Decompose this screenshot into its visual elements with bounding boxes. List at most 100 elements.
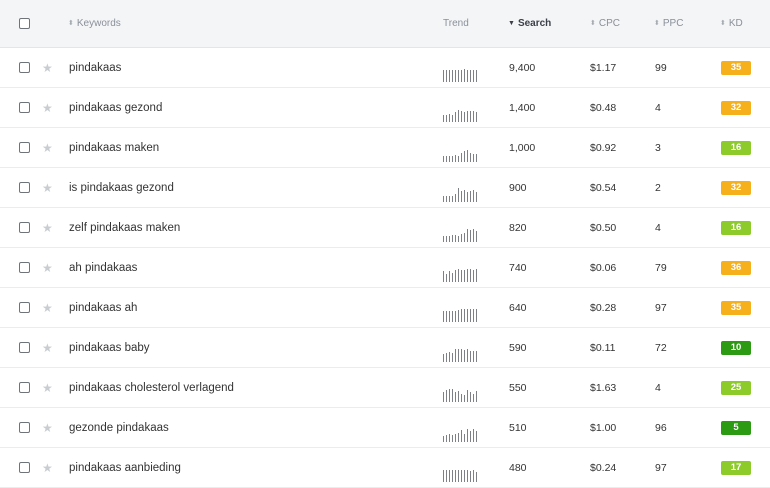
star-icon[interactable]: ★: [42, 181, 53, 195]
table-row[interactable]: ★ pindakaas 9,400 $1.17 99 35: [0, 48, 770, 88]
table-row[interactable]: ★ gezonde pindakaas 510 $1.00 96 5: [0, 408, 770, 448]
row-select-cell[interactable]: [19, 88, 30, 127]
header-ppc[interactable]: ⬍ PPC: [654, 0, 683, 47]
header-cpc[interactable]: ⬍ CPC: [590, 0, 620, 47]
keyword-cell[interactable]: zelf pindakaas maken: [69, 208, 180, 247]
row-select-cell[interactable]: [19, 448, 30, 487]
star-icon[interactable]: ★: [42, 61, 53, 75]
keyword-text[interactable]: pindakaas: [69, 62, 121, 74]
keyword-text[interactable]: zelf pindakaas maken: [69, 222, 180, 234]
select-all-cell[interactable]: [19, 0, 30, 47]
trend-sparkline: [443, 68, 477, 82]
keyword-text[interactable]: pindakaas gezond: [69, 102, 162, 114]
trend-bar: [467, 470, 468, 482]
favorite-star-cell[interactable]: ★: [42, 368, 53, 407]
favorite-star-cell[interactable]: ★: [42, 408, 53, 447]
favorite-star-cell[interactable]: ★: [42, 328, 53, 367]
trend-bar: [473, 351, 474, 362]
table-row[interactable]: ★ ah pindakaas 740 $0.06 79 36: [0, 248, 770, 288]
header-kd[interactable]: ⬍ KD: [720, 0, 743, 47]
star-icon[interactable]: ★: [42, 421, 53, 435]
row-checkbox[interactable]: [19, 422, 30, 433]
table-row[interactable]: ★ pindakaas ah 640 $0.28 97 35: [0, 288, 770, 328]
keyword-cell[interactable]: pindakaas gezond: [69, 88, 162, 127]
row-checkbox[interactable]: [19, 182, 30, 193]
star-icon[interactable]: ★: [42, 141, 53, 155]
keyword-text[interactable]: pindakaas ah: [69, 302, 137, 314]
star-icon[interactable]: ★: [42, 381, 53, 395]
table-row[interactable]: ★ pindakaas cholesterol verlagend 550 $1…: [0, 368, 770, 408]
keyword-text[interactable]: pindakaas maken: [69, 142, 159, 154]
trend-bar: [455, 155, 456, 162]
trend-bar: [458, 433, 459, 442]
keyword-text[interactable]: pindakaas aanbieding: [69, 462, 181, 474]
keyword-cell[interactable]: gezonde pindakaas: [69, 408, 169, 447]
row-checkbox[interactable]: [19, 222, 30, 233]
star-icon[interactable]: ★: [42, 261, 53, 275]
keyword-cell[interactable]: pindakaas: [69, 48, 121, 87]
row-checkbox[interactable]: [19, 462, 30, 473]
favorite-star-cell[interactable]: ★: [42, 208, 53, 247]
row-select-cell[interactable]: [19, 168, 30, 207]
trend-cell: [443, 168, 477, 207]
keyword-cell[interactable]: pindakaas baby: [69, 328, 150, 367]
trend-bar: [443, 196, 444, 202]
favorite-star-cell[interactable]: ★: [42, 288, 53, 327]
trend-bar: [470, 153, 471, 162]
row-select-cell[interactable]: [19, 208, 30, 247]
star-icon[interactable]: ★: [42, 301, 53, 315]
trend-bar: [443, 115, 444, 122]
table-row[interactable]: ★ pindakaas aanbieding 480 $0.24 97 17: [0, 448, 770, 488]
keyword-text[interactable]: gezonde pindakaas: [69, 422, 169, 434]
row-select-cell[interactable]: [19, 408, 30, 447]
row-select-cell[interactable]: [19, 368, 30, 407]
row-select-cell[interactable]: [19, 288, 30, 327]
keyword-cell[interactable]: pindakaas ah: [69, 288, 137, 327]
keyword-cell[interactable]: pindakaas maken: [69, 128, 159, 167]
favorite-star-cell[interactable]: ★: [42, 48, 53, 87]
table-row[interactable]: ★ pindakaas gezond 1,400 $0.48 4 32: [0, 88, 770, 128]
favorite-star-cell[interactable]: ★: [42, 168, 53, 207]
cpc-cell: $1.17: [590, 48, 616, 87]
trend-bar: [467, 150, 468, 162]
favorite-star-cell[interactable]: ★: [42, 248, 53, 287]
row-checkbox[interactable]: [19, 262, 30, 273]
table-row[interactable]: ★ is pindakaas gezond 900 $0.54 2 32: [0, 168, 770, 208]
table-row[interactable]: ★ pindakaas baby 590 $0.11 72 10: [0, 328, 770, 368]
row-checkbox[interactable]: [19, 62, 30, 73]
trend-bar: [461, 470, 462, 482]
select-all-checkbox[interactable]: [19, 18, 30, 29]
keyword-text[interactable]: ah pindakaas: [69, 262, 137, 274]
row-checkbox[interactable]: [19, 142, 30, 153]
row-checkbox[interactable]: [19, 302, 30, 313]
keyword-text[interactable]: is pindakaas gezond: [69, 182, 174, 194]
header-keywords[interactable]: ⬍ Keywords: [68, 0, 121, 47]
row-checkbox[interactable]: [19, 102, 30, 113]
favorite-star-cell[interactable]: ★: [42, 128, 53, 167]
trend-cell: [443, 248, 477, 287]
row-select-cell[interactable]: [19, 128, 30, 167]
table-row[interactable]: ★ pindakaas maken 1,000 $0.92 3 16: [0, 128, 770, 168]
star-icon[interactable]: ★: [42, 341, 53, 355]
star-icon[interactable]: ★: [42, 101, 53, 115]
updown-arrows-icon: ⬍: [590, 20, 596, 27]
trend-bar: [455, 434, 456, 442]
favorite-star-cell[interactable]: ★: [42, 448, 53, 487]
star-icon[interactable]: ★: [42, 461, 53, 475]
keyword-cell[interactable]: pindakaas aanbieding: [69, 448, 181, 487]
star-icon[interactable]: ★: [42, 221, 53, 235]
row-checkbox[interactable]: [19, 382, 30, 393]
keyword-text[interactable]: pindakaas baby: [69, 342, 150, 354]
keyword-cell[interactable]: is pindakaas gezond: [69, 168, 174, 207]
keyword-cell[interactable]: ah pindakaas: [69, 248, 137, 287]
row-select-cell[interactable]: [19, 48, 30, 87]
keyword-cell[interactable]: pindakaas cholesterol verlagend: [69, 368, 234, 407]
keyword-text[interactable]: pindakaas cholesterol verlagend: [69, 382, 234, 394]
row-select-cell[interactable]: [19, 328, 30, 367]
favorite-star-cell[interactable]: ★: [42, 88, 53, 127]
ppc-cell: 3: [655, 128, 661, 167]
header-search[interactable]: ▼ Search: [508, 0, 551, 47]
row-select-cell[interactable]: [19, 248, 30, 287]
row-checkbox[interactable]: [19, 342, 30, 353]
table-row[interactable]: ★ zelf pindakaas maken 820 $0.50 4 16: [0, 208, 770, 248]
